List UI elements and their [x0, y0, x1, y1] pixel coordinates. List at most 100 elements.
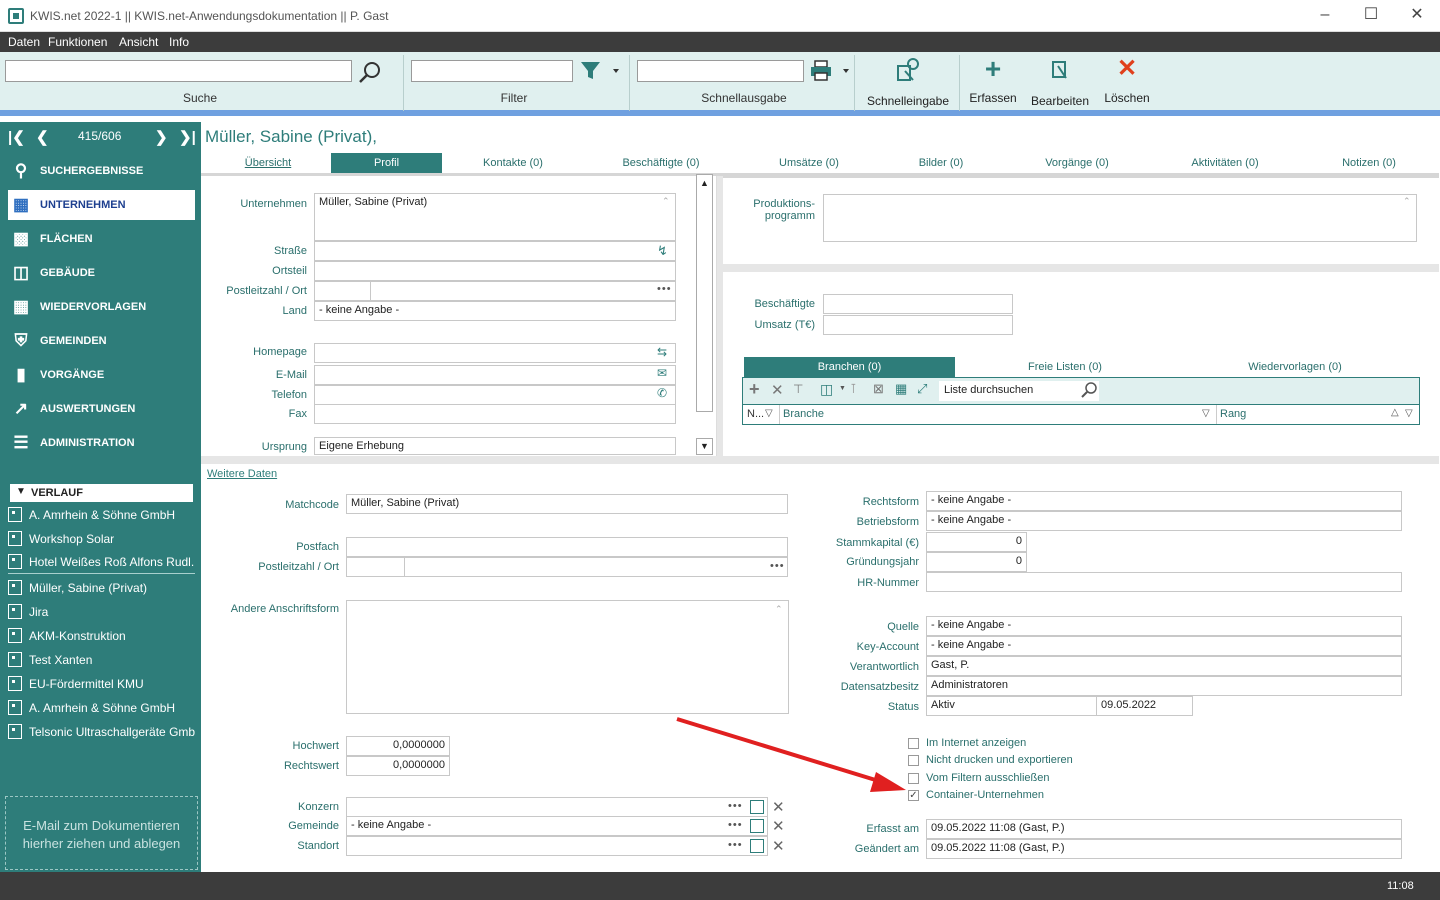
history-item[interactable]: Telsonic Ultraschallgeräte Gmb... — [8, 721, 195, 743]
pobox-field[interactable] — [346, 537, 788, 557]
scroll-up-icon[interactable]: ▲ — [700, 178, 709, 188]
nav-flaechen[interactable]: ▩ FLÄCHEN — [8, 224, 195, 254]
company-scroll-icon[interactable]: ⌃ — [662, 196, 670, 207]
nav-gebaeude[interactable]: ◫ GEBÄUDE — [8, 258, 195, 288]
district-field[interactable] — [314, 261, 676, 281]
expand-icon[interactable]: ⤢ — [917, 381, 927, 397]
table-icon[interactable]: ▦ — [895, 381, 907, 397]
status-date-field[interactable]: 09.05.2022 — [1096, 696, 1193, 716]
globe-icon[interactable]: ⇆ — [657, 345, 667, 359]
add-row-icon[interactable]: + — [749, 379, 760, 400]
nav-gemeinden[interactable]: ⛨ GEMEINDEN — [8, 326, 195, 356]
history-item[interactable]: Test Xanten — [8, 649, 195, 671]
nav-vorgaenge[interactable]: ▮ VORGÄNGE — [8, 360, 195, 390]
quick-entry-button[interactable]: Schnelleingabe — [860, 56, 956, 108]
production-field[interactable] — [823, 194, 1417, 242]
zip-field[interactable] — [346, 557, 405, 577]
business-form-field[interactable]: - keine Angabe - — [926, 511, 1402, 531]
company-field[interactable]: Müller, Sabine (Privat) — [314, 193, 676, 241]
nav-administration[interactable]: ☰ ADMINISTRATION — [8, 428, 195, 458]
tab-profil[interactable]: Profil — [331, 153, 442, 173]
more-icon[interactable]: ••• — [770, 560, 785, 572]
delete-button[interactable]: ✕ Löschen — [1100, 56, 1154, 106]
filter-off-icon[interactable]: ⊺ — [850, 381, 857, 397]
street-field[interactable] — [314, 241, 676, 261]
history-item[interactable]: Workshop Solar — [8, 528, 195, 550]
grid-col-rang[interactable]: Rang — [1220, 408, 1246, 420]
more-data-link[interactable]: Weitere Daten — [207, 468, 277, 480]
more-icon[interactable]: ••• — [728, 800, 743, 812]
subtab-branchen[interactable]: Branchen (0) — [744, 357, 955, 377]
more-icon[interactable]: ••• — [728, 819, 743, 831]
printer-icon[interactable] — [810, 60, 852, 82]
nav-wiedervorlagen[interactable]: ▦ WIEDERVORLAGEN — [8, 292, 195, 322]
email-field[interactable] — [314, 365, 676, 385]
column-filter-icon[interactable]: ▽ — [1405, 408, 1413, 419]
production-scroll-icon[interactable]: ⌃ — [1403, 196, 1411, 207]
history-item[interactable]: Müller, Sabine (Privat) — [8, 577, 195, 599]
grid-col-branche[interactable]: Branche — [783, 408, 824, 420]
menu-ansicht[interactable]: Ansicht — [119, 35, 158, 49]
subtab-freie-listen[interactable]: Freie Listen (0) — [985, 357, 1145, 377]
maximize-icon[interactable]: ☐ — [1348, 0, 1394, 32]
phone-field[interactable] — [314, 385, 676, 405]
tab-vorgaenge[interactable]: Vorgänge (0) — [1030, 153, 1124, 173]
more-icon[interactable]: ••• — [728, 839, 743, 851]
founding-field[interactable]: 0 — [926, 552, 1027, 572]
search-input[interactable] — [5, 60, 352, 82]
legal-form-field[interactable]: - keine Angabe - — [926, 491, 1402, 511]
employees-field[interactable] — [823, 294, 1013, 314]
municipality-field[interactable]: - keine Angabe - — [346, 816, 768, 836]
history-item[interactable]: Hotel Weißes Roß Alfons Rudl... — [8, 551, 195, 573]
tab-beschaeftigte[interactable]: Beschäftigte (0) — [606, 153, 716, 173]
menu-info[interactable]: Info — [169, 35, 189, 49]
search-icon[interactable] — [357, 60, 383, 86]
nav-auswertungen[interactable]: ↗ AUSWERTUNGEN — [8, 394, 195, 424]
menu-daten[interactable]: Daten — [8, 35, 40, 49]
clear-icon[interactable]: ✕ — [772, 798, 785, 816]
clear-icon[interactable]: ✕ — [772, 837, 785, 855]
tab-uebersicht[interactable]: Übersicht — [222, 153, 314, 173]
history-item[interactable]: Jira — [8, 601, 195, 623]
tab-bilder[interactable]: Bilder (0) — [900, 153, 982, 173]
status-field[interactable]: Aktiv — [926, 696, 1097, 716]
history-item[interactable]: EU-Fördermittel KMU — [8, 673, 195, 695]
more-icon[interactable]: ••• — [657, 283, 672, 295]
list-search-input[interactable]: Liste durchsuchen — [939, 381, 1099, 401]
location-field[interactable] — [346, 836, 768, 856]
areas-icon[interactable] — [750, 839, 764, 853]
remove-row-icon[interactable]: ✕ — [771, 381, 784, 399]
mail-icon[interactable]: ✉ — [657, 366, 667, 380]
origin-field[interactable]: Eigene Erhebung — [314, 437, 676, 455]
map-icon[interactable]: ↯ — [657, 243, 668, 259]
filter-input[interactable] — [411, 60, 573, 82]
history-header[interactable]: ▼ VERLAUF — [10, 484, 193, 502]
panel-scrollbar[interactable]: ▲ — [696, 174, 713, 412]
hr-field[interactable] — [926, 572, 1402, 592]
shield-icon[interactable] — [750, 819, 764, 833]
filter-icon[interactable] — [580, 60, 620, 82]
export-icon[interactable]: ⊠ — [873, 381, 884, 397]
city-field[interactable] — [370, 281, 676, 301]
homepage-field[interactable] — [314, 343, 676, 363]
group-field[interactable] — [346, 797, 768, 817]
key-account-field[interactable]: - keine Angabe - — [926, 636, 1402, 656]
company-icon[interactable] — [750, 800, 764, 814]
columns-icon[interactable]: ◫ — [820, 381, 833, 398]
sort-asc-icon[interactable]: △ — [1391, 407, 1399, 418]
subtab-wiedervorlagen[interactable]: Wiedervorlagen (0) — [1220, 357, 1370, 377]
rechtswert-field[interactable]: 0,0000000 — [346, 756, 450, 776]
fax-field[interactable] — [314, 404, 676, 424]
history-item[interactable]: A. Amrhein & Söhne GmbH — [8, 504, 195, 526]
capital-field[interactable]: 0 — [926, 532, 1027, 552]
tab-umsaetze[interactable]: Umsätze (0) — [764, 153, 854, 173]
zip-field[interactable] — [314, 281, 371, 301]
history-item[interactable]: A. Amrhein & Söhne GmbH — [8, 697, 195, 719]
nav-unternehmen[interactable]: ▦ UNTERNEHMEN — [8, 190, 195, 220]
owner-field[interactable]: Administratoren — [926, 676, 1402, 696]
responsible-field[interactable]: Gast, P. — [926, 656, 1402, 676]
prev-record-icon[interactable]: ❮ — [36, 128, 49, 146]
edit-button[interactable]: Bearbeiten — [1028, 56, 1092, 108]
email-dropzone[interactable]: E-Mail zum Dokumentieren hierher ziehen … — [5, 796, 198, 870]
quick-output-input[interactable] — [637, 60, 804, 82]
